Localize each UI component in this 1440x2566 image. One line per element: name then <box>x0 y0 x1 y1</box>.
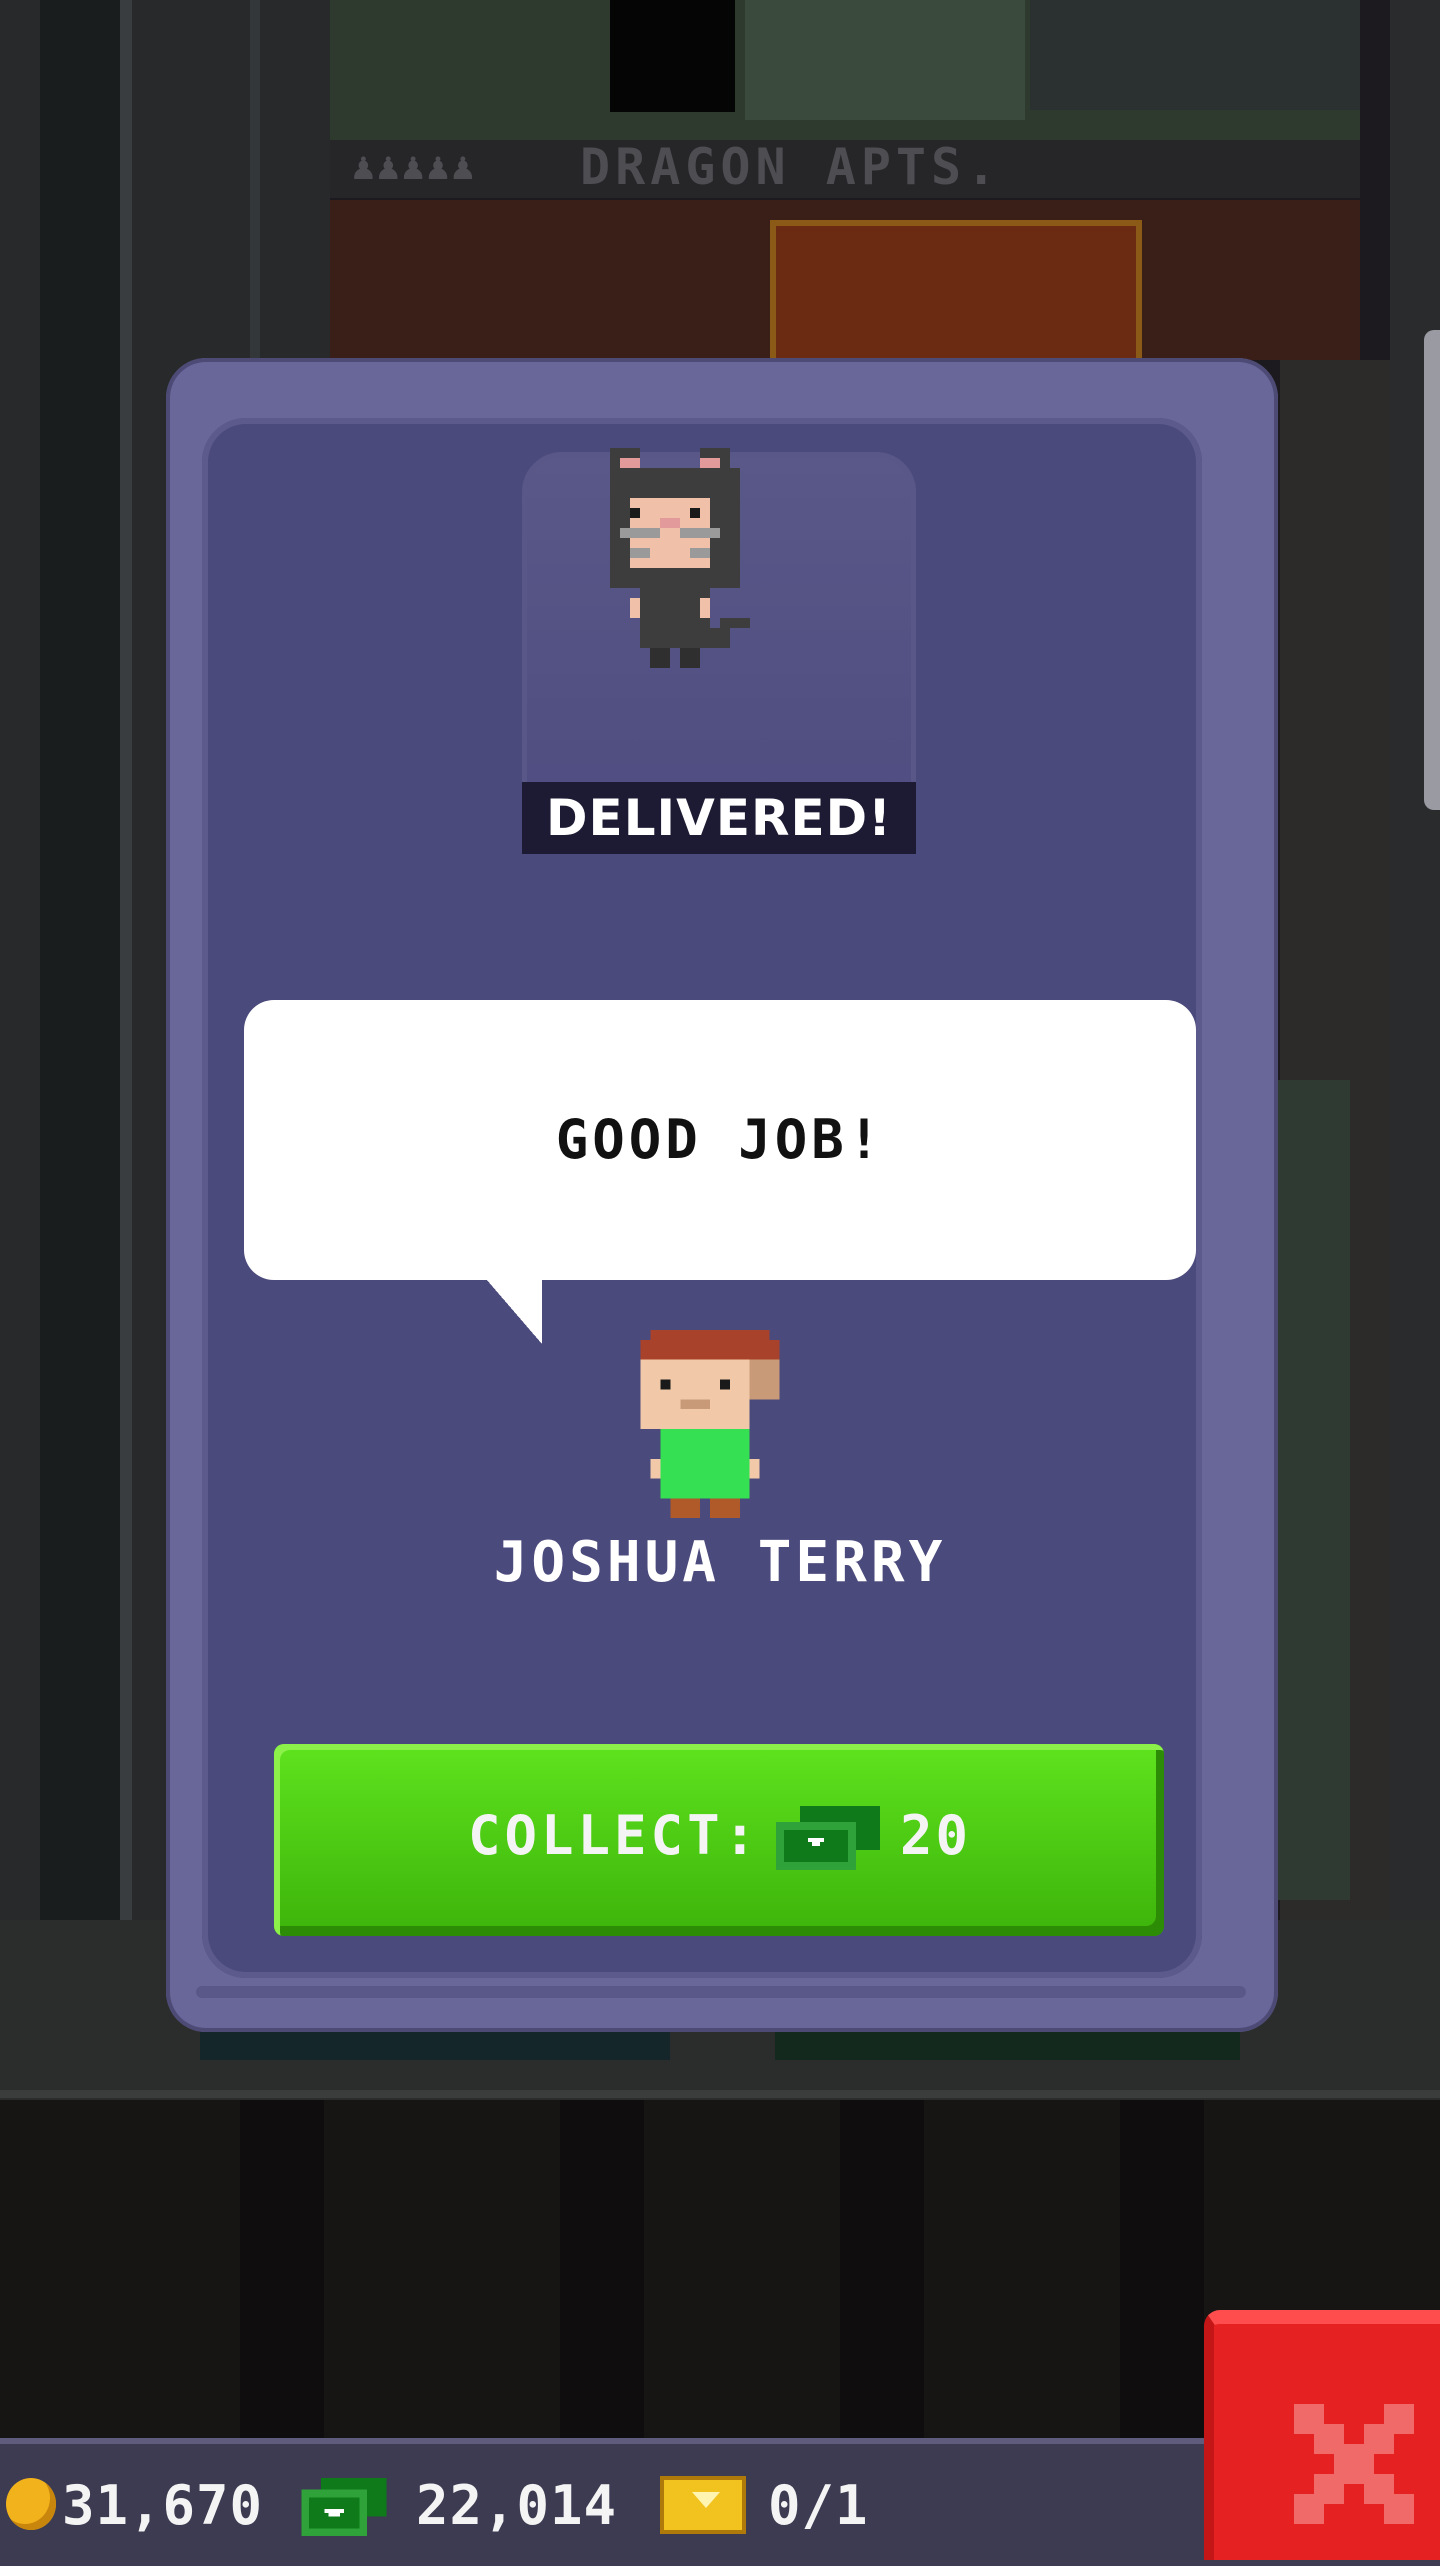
tower-bux-icon <box>301 2478 387 2536</box>
collect-amount: 20 <box>900 1804 972 1867</box>
cat-costume-bitizen-icon <box>610 448 750 668</box>
basement-pillar <box>1120 2100 1204 2440</box>
speech-bubble-tail <box>480 1272 542 1344</box>
floor-divider <box>0 2090 1440 2098</box>
dialog-rim <box>196 1986 1246 1998</box>
coin-icon <box>6 2478 56 2530</box>
ticket-count: 0/1 <box>768 2474 869 2537</box>
close-icon <box>1294 2404 1414 2524</box>
elevator-rail <box>120 0 132 1920</box>
tower-bux-icon <box>776 1806 880 1870</box>
room-doorway <box>610 0 735 112</box>
close-button[interactable] <box>1204 2310 1440 2560</box>
delivery-status-label: DELIVERED! <box>522 782 916 854</box>
coin-count: 31,670 <box>62 2474 264 2537</box>
side-drawer-handle[interactable] <box>1424 330 1440 810</box>
tower-wall-edge <box>1390 0 1440 1920</box>
basement-pillar <box>240 2100 324 2440</box>
floor-room-section <box>1030 0 1360 110</box>
elevator-shaft-track <box>40 0 120 1920</box>
collect-button-label: COLLECT: <box>468 1804 761 1867</box>
bitizen-name: JOSHUA TERRY <box>493 1530 947 1595</box>
speech-text: GOOD JOB! <box>555 1108 885 1171</box>
golden-ticket-icon <box>660 2476 746 2534</box>
basement-pillar <box>840 2100 924 2440</box>
bitizen-green-shirt-icon <box>640 1330 780 1519</box>
floor-residents-indicator: ♟♟♟♟♟ <box>352 144 477 188</box>
floor-room-section <box>745 0 1025 120</box>
floor-name-label: DRAGON APTS. <box>580 138 1002 196</box>
floor-room-section <box>1270 1080 1350 1900</box>
bux-count: 22,014 <box>416 2474 618 2537</box>
basement-pillar <box>560 2100 644 2440</box>
